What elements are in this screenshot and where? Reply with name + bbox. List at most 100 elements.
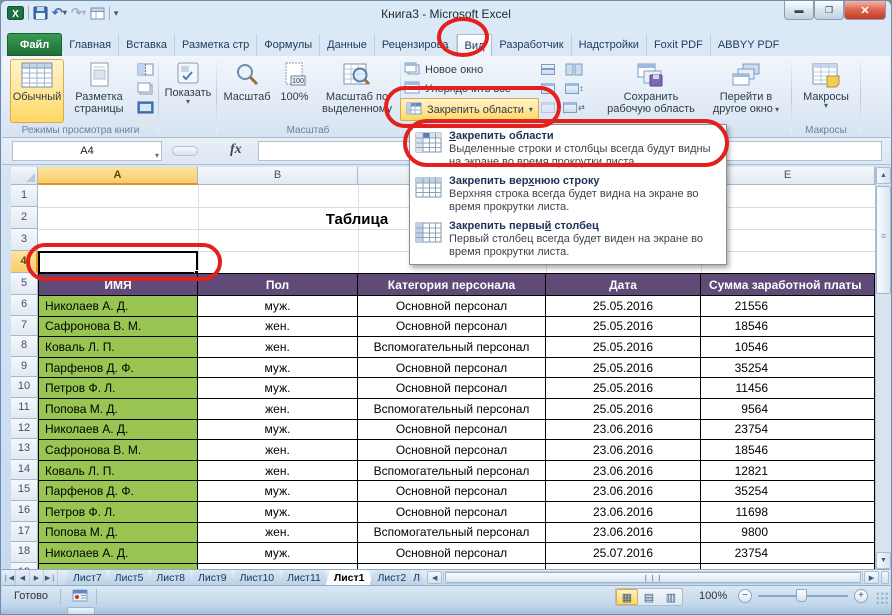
sheet-tab-Лист5[interactable]: Лист5 xyxy=(107,570,152,585)
row-header-15[interactable]: 15 xyxy=(11,480,38,501)
row-header-6[interactable]: 6 xyxy=(11,295,38,316)
page-break-preview-button[interactable] xyxy=(133,60,157,79)
cell[interactable]: 25.05.2016 xyxy=(546,317,701,338)
arrange-all-button[interactable]: Упорядочить все xyxy=(404,79,511,98)
zoom-out-button[interactable]: − xyxy=(738,589,752,603)
cell[interactable]: жен. xyxy=(198,317,358,338)
vertical-scrollbar[interactable]: ▲ ▼ xyxy=(875,167,891,569)
tab-Надстройки[interactable]: Надстройки xyxy=(572,34,647,56)
header-cell[interactable]: ИМЯ xyxy=(39,274,198,296)
tab-Главная[interactable]: Главная xyxy=(62,34,119,56)
cell[interactable]: Петров Ф. Л. xyxy=(39,378,198,399)
cell[interactable]: 18546 xyxy=(701,317,875,338)
cell[interactable]: 35254 xyxy=(701,481,875,502)
cell[interactable]: жен. xyxy=(198,440,358,461)
cell[interactable]: Основной персонал xyxy=(358,317,546,338)
cell[interactable]: Парфенов Д. Ф. xyxy=(39,358,198,379)
tab-Формулы[interactable]: Формулы xyxy=(257,34,320,56)
row-header-5[interactable]: 5 xyxy=(11,273,38,295)
cell[interactable]: 25.05.2016 xyxy=(546,399,701,420)
cell[interactable]: Основной персонал xyxy=(358,420,546,441)
row-header-8[interactable]: 8 xyxy=(11,336,38,357)
selected-cell-a4[interactable] xyxy=(38,251,198,274)
name-box[interactable]: A4▾ xyxy=(12,141,162,161)
cell[interactable]: жен. xyxy=(198,523,358,544)
header-cell[interactable]: Категория персонала xyxy=(358,274,546,296)
cell[interactable]: Парфенов Д. Ф. xyxy=(39,481,198,502)
prev-sheet-button[interactable]: ◀ xyxy=(16,570,30,585)
cell[interactable]: 12821 xyxy=(701,461,875,482)
row-header-1[interactable]: 1 xyxy=(11,185,38,207)
cell[interactable]: Основной персонал xyxy=(358,481,546,502)
cell[interactable]: Николаев А. Д. xyxy=(39,296,198,317)
sheet-tab-Лист1[interactable]: Лист1 xyxy=(326,570,373,585)
cell[interactable]: Основной персонал xyxy=(358,440,546,461)
cell[interactable]: муж. xyxy=(198,481,358,502)
sheet-tab-Лист9[interactable]: Лист9 xyxy=(190,570,235,585)
zoom-button[interactable]: Масштаб xyxy=(221,59,273,123)
cell[interactable]: Сафронова В. М. xyxy=(39,317,198,338)
column-header-A[interactable]: A xyxy=(38,167,198,185)
header-cell[interactable]: Пол xyxy=(198,274,358,296)
sheet-tab-Лист7[interactable]: Лист7 xyxy=(65,570,110,585)
cell[interactable]: 25.07.2016 xyxy=(546,543,701,564)
page-layout-shortcut[interactable]: ▤ xyxy=(638,589,660,605)
cell[interactable]: 23.06.2016 xyxy=(546,440,701,461)
row-header-10[interactable]: 10 xyxy=(11,377,38,398)
page-break-shortcut[interactable]: ▥ xyxy=(660,589,682,605)
cell[interactable]: муж. xyxy=(198,358,358,379)
next-sheet-button[interactable]: ▶ xyxy=(30,570,44,585)
cell[interactable]: 18546 xyxy=(701,440,875,461)
last-sheet-button[interactable]: ▶❘ xyxy=(44,570,58,585)
unhide-window-button[interactable] xyxy=(536,98,560,117)
normal-view-shortcut[interactable]: ▦ xyxy=(616,589,638,605)
cell[interactable]: 25.05.2016 xyxy=(546,378,701,399)
tab-Вид[interactable]: Вид xyxy=(457,34,493,56)
tab-Разработчик[interactable]: Разработчик xyxy=(492,34,571,56)
hscroll-left-button[interactable]: ◀ xyxy=(427,571,442,584)
row-header-16[interactable]: 16 xyxy=(11,501,38,522)
cell[interactable]: муж. xyxy=(198,378,358,399)
cell[interactable]: муж. xyxy=(198,543,358,564)
insert-function-button[interactable]: fx xyxy=(230,142,242,158)
tab-Рецензирова[interactable]: Рецензирова xyxy=(375,34,457,56)
view-side-by-side-button[interactable] xyxy=(562,60,586,79)
cell[interactable]: Основной персонал xyxy=(358,296,546,317)
cell[interactable]: 23754 xyxy=(701,420,875,441)
sheet-tab-Лист2[interactable]: Лист2 xyxy=(370,570,415,585)
cell[interactable]: муж. xyxy=(198,296,358,317)
tab-Вставка[interactable]: Вставка xyxy=(119,34,175,56)
hscroll-track[interactable]: ❙❙❙ xyxy=(443,571,863,584)
cell[interactable]: 9800 xyxy=(701,523,875,544)
page-layout-button[interactable]: Разметка страницы xyxy=(66,59,132,123)
zoom-in-button[interactable]: + xyxy=(854,589,868,603)
cell[interactable]: Основной персонал xyxy=(358,358,546,379)
sheet-tab-Лист11[interactable]: Лист11 xyxy=(279,570,329,585)
cell[interactable]: Вспомогательный персонал xyxy=(358,399,546,420)
cell[interactable]: жен. xyxy=(198,337,358,358)
cell[interactable]: муж. xyxy=(198,420,358,441)
sheet-title-cell[interactable]: Таблица xyxy=(311,211,403,228)
scroll-down-button[interactable]: ▼ xyxy=(876,552,891,569)
header-cell[interactable]: Дата xyxy=(546,274,701,296)
tab-Разметка стр[interactable]: Разметка стр xyxy=(175,34,257,56)
sheet-tab-Лист8[interactable]: Лист8 xyxy=(148,570,193,585)
cell[interactable]: 35254 xyxy=(701,358,875,379)
row-header-18[interactable]: 18 xyxy=(11,542,38,563)
row-header-17[interactable]: 17 xyxy=(11,522,38,543)
header-cell[interactable]: Сумма заработной платы xyxy=(701,274,875,296)
zoom-selection-button[interactable]: Масштаб по выделенному xyxy=(316,59,398,123)
cell[interactable]: 23.06.2016 xyxy=(546,461,701,482)
tab-Foxit PDF[interactable]: Foxit PDF xyxy=(647,34,711,56)
cell[interactable]: Вспомогательный персонал xyxy=(358,523,546,544)
cell[interactable]: 23.06.2016 xyxy=(546,523,701,544)
sheet-tab-Лист10[interactable]: Лист10 xyxy=(232,570,283,585)
cell[interactable]: 9564 xyxy=(701,399,875,420)
cell[interactable]: 23.06.2016 xyxy=(546,502,701,523)
switch-windows-button[interactable]: Перейти в другое окно ▾ xyxy=(704,59,788,123)
zoom-100-button[interactable]: 100 100% xyxy=(274,59,315,123)
row-header-13[interactable]: 13 xyxy=(11,439,38,460)
cell[interactable]: 23754 xyxy=(701,543,875,564)
cell[interactable]: 25.05.2016 xyxy=(546,296,701,317)
cell[interactable]: Коваль Л. П. xyxy=(39,461,198,482)
